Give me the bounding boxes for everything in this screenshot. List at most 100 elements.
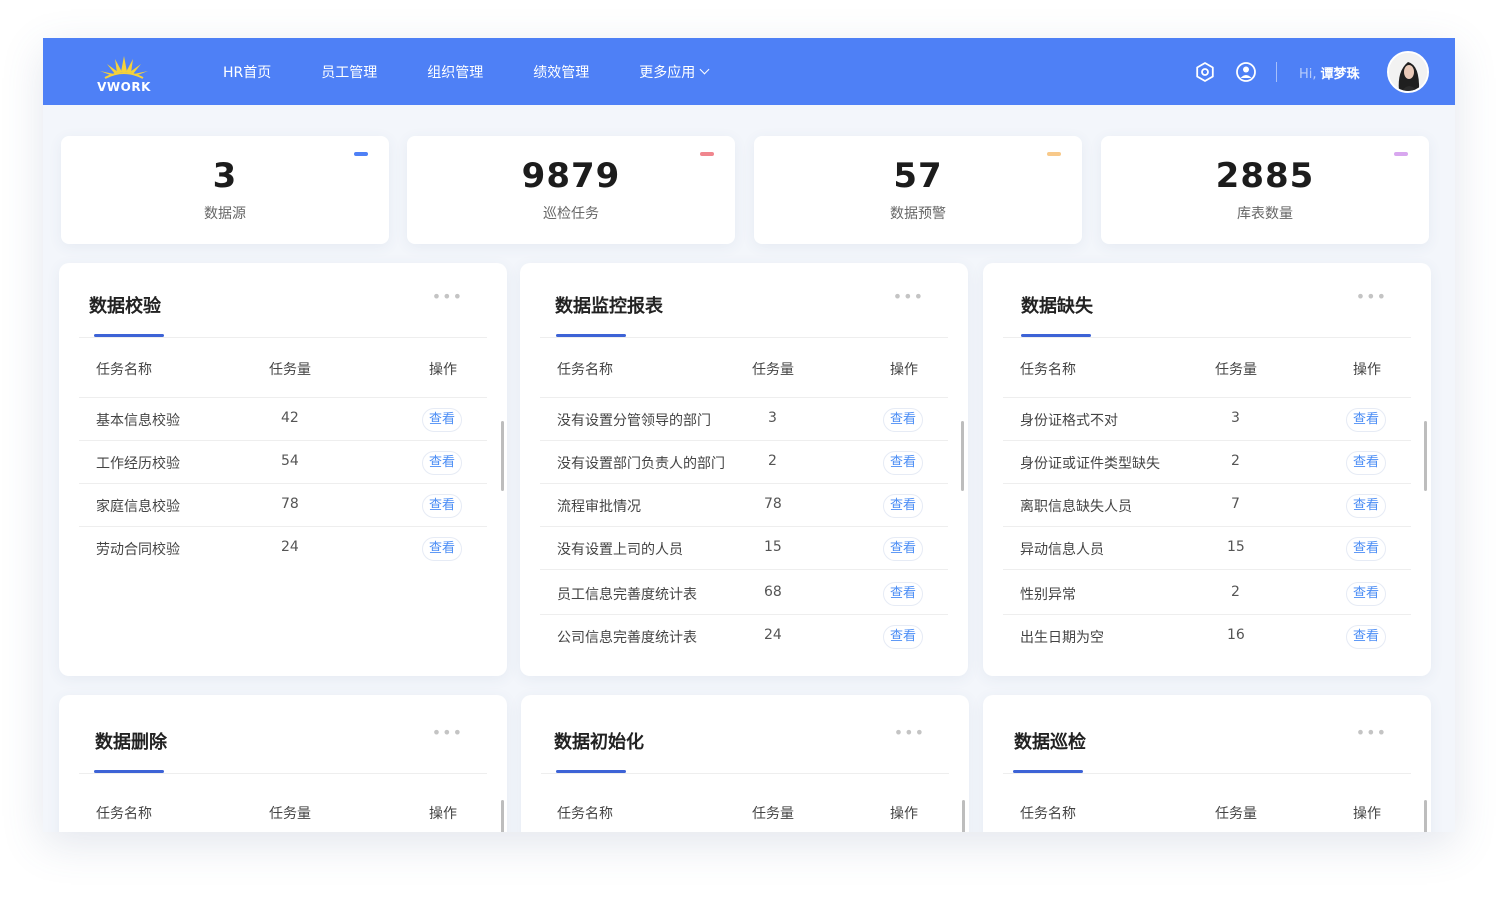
table-row: 没有设置分管领导的部门 3 查看 <box>540 398 948 441</box>
view-button[interactable]: 查看 <box>883 582 923 606</box>
divider <box>79 773 487 774</box>
more-options-icon[interactable]: ••• <box>1356 723 1387 742</box>
nav-label: 组织管理 <box>427 64 484 81</box>
task-name: 没有设置分管领导的部门 <box>557 413 711 429</box>
nav-hr-home[interactable]: HR首页 <box>223 62 271 82</box>
nav-organization-management[interactable]: 组织管理 <box>427 62 483 82</box>
panel-title: 数据删除 <box>95 732 167 753</box>
panel-data-deletion: 数据删除 ••• 任务名称 任务量 操作 <box>59 695 507 832</box>
scrollbar[interactable] <box>501 421 504 491</box>
nav-employee-management[interactable]: 员工管理 <box>321 62 377 82</box>
avatar[interactable] <box>1387 51 1429 93</box>
more-options-icon[interactable]: ••• <box>893 287 924 306</box>
view-button[interactable]: 查看 <box>422 451 462 475</box>
task-name: 基本信息校验 <box>96 413 180 429</box>
view-button[interactable]: 查看 <box>422 537 462 561</box>
task-name: 身份证格式不对 <box>1020 413 1118 429</box>
user-greeting[interactable]: Hi, 谭梦珠 <box>1299 63 1360 82</box>
view-button[interactable]: 查看 <box>1346 408 1386 432</box>
nav-performance-management[interactable]: 绩效管理 <box>533 62 589 82</box>
table-row: 家庭信息校验 78 查看 <box>79 484 487 527</box>
divider <box>540 337 948 338</box>
task-count: 2 <box>768 453 777 469</box>
scrollbar[interactable] <box>501 800 504 832</box>
task-name: 没有设置上司的人员 <box>557 542 683 558</box>
panel-title: 数据校验 <box>89 296 161 317</box>
scrollbar[interactable] <box>1424 800 1427 832</box>
table-row: 异动信息人员 15 查看 <box>1003 527 1411 570</box>
more-options-icon[interactable]: ••• <box>1356 287 1387 306</box>
task-count: 3 <box>1231 410 1240 426</box>
settings-icon[interactable] <box>1194 61 1216 83</box>
stat-card-data-sources[interactable]: 3 数据源 <box>61 136 389 244</box>
panel-data-validation: 数据校验 ••• 任务名称 任务量 操作 基本信息校验 42 查看 工作经历校验… <box>59 263 507 676</box>
more-options-icon[interactable]: ••• <box>432 287 463 306</box>
table-row: 公司信息完善度统计表 24 查看 <box>540 615 948 658</box>
stat-card-inspection-tasks[interactable]: 9879 巡检任务 <box>407 136 735 244</box>
task-count: 24 <box>281 539 299 555</box>
table-row: 身份证格式不对 3 查看 <box>1003 398 1411 441</box>
column-header-name: 任务名称 <box>557 806 613 822</box>
column-header-action: 操作 <box>429 806 457 822</box>
stat-label: 库表数量 <box>1237 206 1293 222</box>
table-row: 没有设置上司的人员 15 查看 <box>540 527 948 570</box>
view-button[interactable]: 查看 <box>883 625 923 649</box>
task-name: 身份证或证件类型缺失 <box>1020 456 1160 472</box>
view-button[interactable]: 查看 <box>1346 451 1386 475</box>
view-button[interactable]: 查看 <box>1346 494 1386 518</box>
scrollbar[interactable] <box>961 421 964 491</box>
more-options-icon[interactable]: ••• <box>432 723 463 742</box>
nav-label: HR首页 <box>223 64 272 81</box>
view-button[interactable]: 查看 <box>883 451 923 475</box>
table-row: 工作经历校验 54 查看 <box>79 441 487 484</box>
task-name: 员工信息完善度统计表 <box>557 587 697 603</box>
task-name: 公司信息完善度统计表 <box>557 630 697 646</box>
stat-value: 9879 <box>521 156 621 196</box>
column-header-count: 任务量 <box>1215 362 1257 378</box>
scrollbar[interactable] <box>1424 421 1427 491</box>
column-header-name: 任务名称 <box>1020 806 1076 822</box>
column-header-name: 任务名称 <box>1020 362 1076 378</box>
task-count: 68 <box>764 584 782 600</box>
nav-label: 绩效管理 <box>533 64 590 81</box>
main-nav: HR首页 员工管理 组织管理 绩效管理 更多应用 <box>223 38 758 105</box>
column-header-name: 任务名称 <box>96 806 152 822</box>
view-button[interactable]: 查看 <box>883 537 923 561</box>
view-button[interactable]: 查看 <box>883 408 923 432</box>
divider <box>79 337 487 338</box>
avatar-portrait <box>1389 53 1427 91</box>
task-name: 性别异常 <box>1020 587 1076 603</box>
greeting-hi: Hi, <box>1299 67 1317 82</box>
column-header-count: 任务量 <box>752 806 794 822</box>
task-count: 15 <box>764 539 782 555</box>
task-count: 16 <box>1227 627 1245 643</box>
view-button[interactable]: 查看 <box>1346 625 1386 649</box>
scrollbar[interactable] <box>962 800 965 832</box>
view-button[interactable]: 查看 <box>1346 582 1386 606</box>
column-header-count: 任务量 <box>269 362 311 378</box>
stat-value: 3 <box>212 156 238 196</box>
stat-label: 数据预警 <box>890 206 946 222</box>
stat-label: 数据源 <box>204 206 246 222</box>
panel-data-monitoring-report: 数据监控报表 ••• 任务名称 任务量 操作 没有设置分管领导的部门 3 查看 … <box>520 263 968 676</box>
vwork-logo[interactable]: VWORK <box>93 50 155 94</box>
stat-card-data-warnings[interactable]: 57 数据预警 <box>754 136 1082 244</box>
more-options-icon[interactable]: ••• <box>894 723 925 742</box>
view-button[interactable]: 查看 <box>883 494 923 518</box>
chevron-down-icon <box>699 64 710 75</box>
view-button[interactable]: 查看 <box>422 408 462 432</box>
panel-data-inspection: 数据巡检 ••• 任务名称 任务量 操作 <box>983 695 1431 832</box>
view-button[interactable]: 查看 <box>422 494 462 518</box>
task-count: 15 <box>1227 539 1245 555</box>
view-button[interactable]: 查看 <box>1346 537 1386 561</box>
column-header-name: 任务名称 <box>96 362 152 378</box>
panel-title: 数据巡检 <box>1014 732 1086 753</box>
table-row: 流程审批情况 78 查看 <box>540 484 948 527</box>
panel-title: 数据初始化 <box>554 732 644 753</box>
task-name: 没有设置部门负责人的部门 <box>557 456 725 472</box>
nav-more-apps-dropdown[interactable]: 更多应用 <box>639 62 710 82</box>
user-icon[interactable] <box>1235 61 1257 83</box>
column-header-action: 操作 <box>1353 362 1381 378</box>
table-row: 身份证或证件类型缺失 2 查看 <box>1003 441 1411 484</box>
stat-card-table-count[interactable]: 2885 库表数量 <box>1101 136 1429 244</box>
